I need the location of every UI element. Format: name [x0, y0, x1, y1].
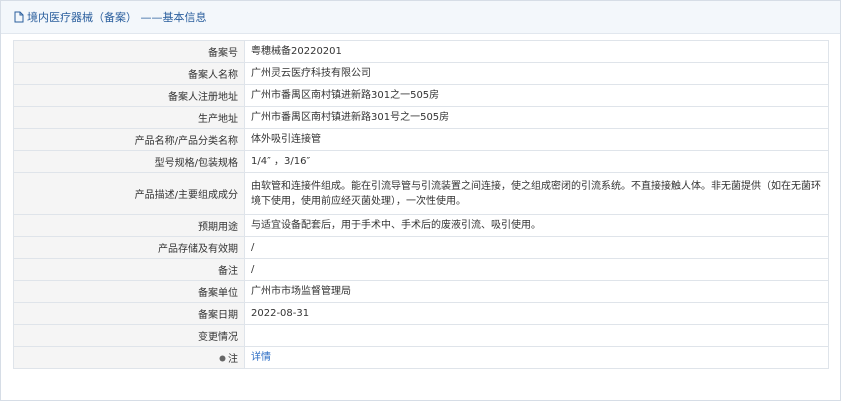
document-icon	[14, 11, 24, 23]
row-value-product-description: 由软管和连接件组成。能在引流导管与引流装置之间连接，使之组成密闭的引流系统。不直…	[244, 172, 829, 215]
row-label-product-name: 产品名称/产品分类名称	[13, 128, 245, 151]
page-frame: 境内医疗器械（备案） ——基本信息 备案号 粤穗械备20220201 备案人名称…	[0, 0, 841, 401]
note-label-text: 注	[228, 354, 238, 365]
row-value-record-number: 粤穗械备20220201	[244, 40, 829, 63]
table-row: 产品存储及有效期 /	[13, 236, 829, 259]
row-label-remarks: 备注	[13, 258, 245, 281]
row-label-record-unit: 备案单位	[13, 280, 245, 303]
row-label-intended-use: 预期用途	[13, 214, 245, 237]
row-value-model-spec: 1/4″ ，3/16″	[244, 150, 829, 173]
table-row: 型号规格/包装规格 1/4″ ，3/16″	[13, 150, 829, 173]
row-value-change-status	[244, 324, 829, 347]
row-label-product-description: 产品描述/主要组成成分	[13, 172, 245, 215]
row-label-production-address: 生产地址	[13, 106, 245, 129]
row-label-change-status: 变更情况	[13, 324, 245, 347]
table-row: 生产地址 广州市番禺区南村镇进新路301号之一505房	[13, 106, 829, 129]
table-row: 注 详情	[13, 346, 829, 369]
table-row: 备案人注册地址 广州市番禺区南村镇进新路301之一505房	[13, 84, 829, 107]
row-label-record-date: 备案日期	[13, 302, 245, 325]
row-label-storage-validity: 产品存储及有效期	[13, 236, 245, 259]
bullet-icon	[219, 355, 226, 362]
row-value-intended-use: 与适宜设备配套后，用于手术中、手术后的废液引流、吸引使用。	[244, 214, 829, 237]
row-value-registered-address: 广州市番禺区南村镇进新路301之一505房	[244, 84, 829, 107]
row-value-record-unit: 广州市市场监督管理局	[244, 280, 829, 303]
table-row: 备案号 粤穗械备20220201	[13, 40, 829, 63]
table-row: 备案单位 广州市市场监督管理局	[13, 280, 829, 303]
page-title: 境内医疗器械（备案） ——基本信息	[27, 11, 207, 24]
table-row: 变更情况	[13, 324, 829, 347]
row-value-storage-validity: /	[244, 236, 829, 259]
table-row: 预期用途 与适宜设备配套后，用于手术中、手术后的废液引流、吸引使用。	[13, 214, 829, 237]
row-value-registrant-name: 广州灵云医疗科技有限公司	[244, 62, 829, 85]
row-label-registered-address: 备案人注册地址	[13, 84, 245, 107]
row-value-record-date: 2022-08-31	[244, 302, 829, 325]
table-row: 产品名称/产品分类名称 体外吸引连接管	[13, 128, 829, 151]
row-label-registrant-name: 备案人名称	[13, 62, 245, 85]
table-row: 产品描述/主要组成成分 由软管和连接件组成。能在引流导管与引流装置之间连接，使之…	[13, 172, 829, 215]
row-value-production-address: 广州市番禺区南村镇进新路301号之一505房	[244, 106, 829, 129]
table-row: 备案日期 2022-08-31	[13, 302, 829, 325]
row-value-product-name: 体外吸引连接管	[244, 128, 829, 151]
row-label-record-number: 备案号	[13, 40, 245, 63]
page-header: 境内医疗器械（备案） ——基本信息	[1, 1, 840, 34]
row-label-model-spec: 型号规格/包装规格	[13, 150, 245, 173]
table-row: 备注 /	[13, 258, 829, 281]
details-link[interactable]: 详情	[251, 352, 271, 363]
row-value-remarks: /	[244, 258, 829, 281]
table-row: 备案人名称 广州灵云医疗科技有限公司	[13, 62, 829, 85]
row-value-note: 详情	[244, 346, 829, 369]
info-table: 备案号 粤穗械备20220201 备案人名称 广州灵云医疗科技有限公司 备案人注…	[13, 40, 829, 369]
row-label-note: 注	[13, 346, 245, 369]
